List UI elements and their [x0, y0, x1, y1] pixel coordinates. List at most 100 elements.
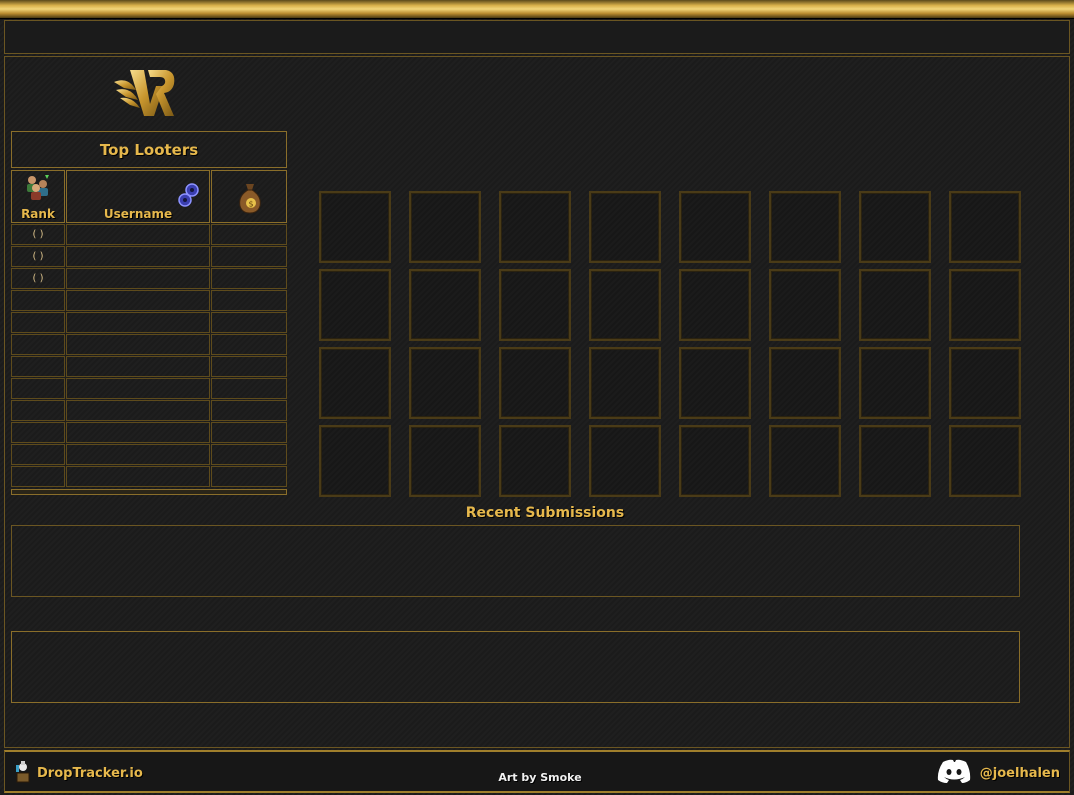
value-cell	[211, 246, 287, 267]
value-header: $	[211, 170, 287, 223]
loot-slot[interactable]	[679, 347, 751, 419]
username-cell[interactable]	[66, 422, 210, 443]
loot-slot[interactable]	[859, 347, 931, 419]
loot-slot[interactable]	[679, 425, 751, 497]
winged-v-logo	[110, 64, 180, 124]
loot-slot[interactable]	[589, 425, 661, 497]
loot-slot[interactable]	[949, 269, 1021, 341]
username-header-label: Username	[103, 207, 173, 221]
leaderboard-rows: ( ) ( ) ( )	[11, 224, 287, 487]
lower-panel	[11, 631, 1020, 703]
username-cell[interactable]	[66, 334, 210, 355]
username-cell[interactable]	[66, 312, 210, 333]
username-cell[interactable]	[66, 356, 210, 377]
loot-slot[interactable]	[499, 191, 571, 263]
loot-slot[interactable]	[499, 347, 571, 419]
droptracker-icon	[14, 759, 32, 787]
loot-grid	[319, 191, 1021, 497]
money-bag-icon: $	[236, 182, 264, 217]
username-cell[interactable]	[66, 290, 210, 311]
rank-header-label: Rank	[21, 207, 55, 221]
value-cell	[211, 378, 287, 399]
value-cell	[211, 334, 287, 355]
table-row	[11, 466, 287, 487]
players-icon	[23, 173, 53, 204]
loot-slot[interactable]	[589, 269, 661, 341]
username-cell[interactable]	[66, 466, 210, 487]
loot-slot[interactable]	[949, 191, 1021, 263]
loot-slot[interactable]	[679, 269, 751, 341]
loot-slot[interactable]	[949, 425, 1021, 497]
loot-slot[interactable]	[499, 425, 571, 497]
loot-slot[interactable]	[859, 269, 931, 341]
username-cell[interactable]	[66, 378, 210, 399]
table-row	[11, 378, 287, 399]
loot-slot[interactable]	[769, 191, 841, 263]
loot-slot[interactable]	[949, 347, 1021, 419]
recent-submissions-panel	[11, 525, 1020, 597]
app-frame: Top Looters Rank Username $ () () () …	[0, 0, 1074, 795]
discord-handle[interactable]: @joelhalen	[980, 766, 1060, 781]
site-name[interactable]: DropTracker.io	[37, 766, 143, 781]
username-cell[interactable]	[66, 224, 210, 245]
loot-slot[interactable]	[859, 425, 931, 497]
table-row	[11, 422, 287, 443]
table-row	[11, 290, 287, 311]
rank-cell	[11, 290, 65, 311]
table-row	[11, 312, 287, 333]
loot-slot[interactable]	[769, 269, 841, 341]
rank-header: Rank	[11, 170, 65, 223]
top-gold-border	[0, 0, 1074, 19]
loot-slot[interactable]	[679, 191, 751, 263]
rank-cell	[11, 312, 65, 333]
rank-cell: ( )	[11, 268, 65, 289]
table-row: ( )	[11, 268, 287, 289]
value-cell	[211, 400, 287, 421]
table-row	[11, 444, 287, 465]
loot-slot[interactable]	[499, 269, 571, 341]
rank-cell: ( )	[11, 224, 65, 245]
loot-slot[interactable]	[409, 269, 481, 341]
table-row	[11, 400, 287, 421]
table-row	[11, 334, 287, 355]
value-cell	[211, 224, 287, 245]
loot-slot[interactable]	[409, 425, 481, 497]
username-cell[interactable]	[66, 400, 210, 421]
leaderboard-title: Top Looters	[11, 131, 287, 168]
footer-site-link[interactable]: DropTracker.io	[14, 758, 143, 788]
loot-slot[interactable]	[319, 269, 391, 341]
loot-slot[interactable]	[319, 191, 391, 263]
value-cell	[211, 422, 287, 443]
rank-cell	[11, 466, 65, 487]
value-cell	[211, 466, 287, 487]
leaderboard: Top Looters Rank Username $ () () ()	[11, 131, 287, 495]
value-cell	[211, 312, 287, 333]
loot-slot[interactable]	[409, 347, 481, 419]
value-cell	[211, 356, 287, 377]
rank-cell	[11, 400, 65, 421]
rank-cell: ( )	[11, 246, 65, 267]
value-cell	[211, 444, 287, 465]
username-cell[interactable]	[66, 246, 210, 267]
loot-slot[interactable]	[589, 347, 661, 419]
rank-cell	[11, 334, 65, 355]
username-cell[interactable]	[66, 268, 210, 289]
loot-slot[interactable]	[319, 347, 391, 419]
rank-cell	[11, 378, 65, 399]
value-cell	[211, 268, 287, 289]
loot-slot[interactable]	[319, 425, 391, 497]
value-cell	[211, 290, 287, 311]
username-header: Username	[66, 170, 210, 223]
loot-slot[interactable]	[769, 425, 841, 497]
discord-contact[interactable]: @joelhalen	[936, 758, 1060, 788]
art-credit: Art by Smoke	[498, 771, 582, 784]
recent-submissions-title: Recent Submissions	[465, 505, 625, 521]
loot-slot[interactable]	[769, 347, 841, 419]
leaderboard-footer-bar	[11, 489, 287, 495]
table-row: ( )	[11, 224, 287, 245]
loot-slot[interactable]	[409, 191, 481, 263]
loot-slot[interactable]	[859, 191, 931, 263]
loot-slot[interactable]	[589, 191, 661, 263]
username-cell[interactable]	[66, 444, 210, 465]
rank-cell	[11, 444, 65, 465]
